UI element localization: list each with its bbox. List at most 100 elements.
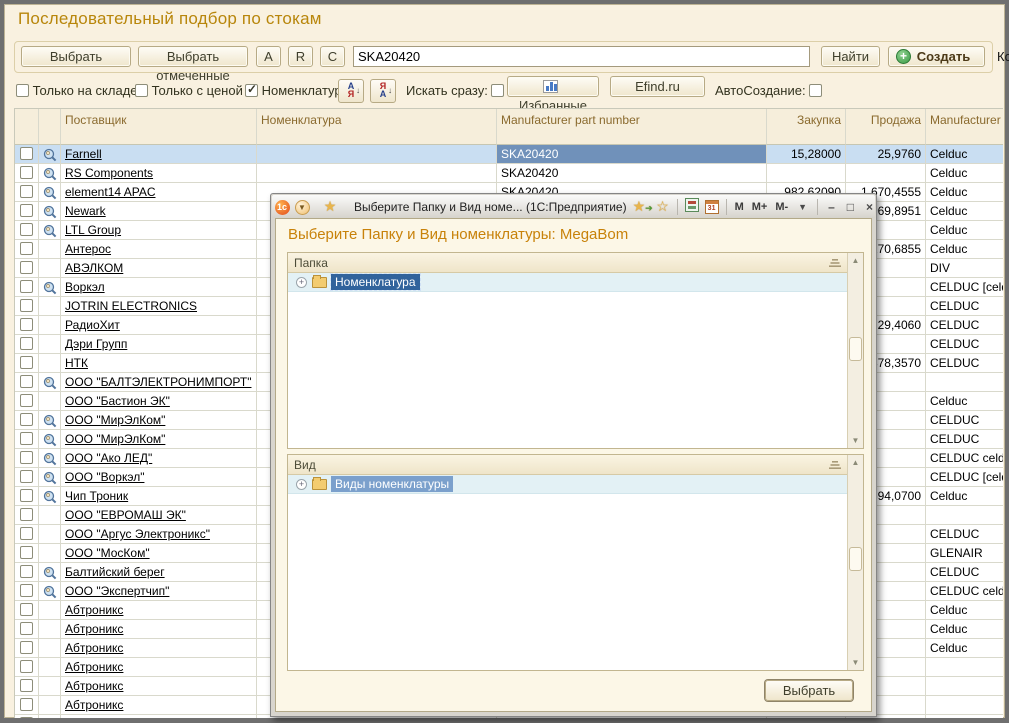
row-checkbox[interactable] (20, 394, 33, 407)
row-checkbox[interactable] (20, 603, 33, 616)
supplier-link[interactable]: Абтроникс (65, 679, 123, 693)
row-checkbox[interactable] (20, 622, 33, 635)
row-checkbox[interactable] (20, 204, 33, 217)
autocreate-checkbox[interactable] (809, 84, 822, 97)
supplier-link[interactable]: ООО "Воркэл" (65, 470, 144, 484)
supplier-link[interactable]: ООО "Экспертчип" (65, 584, 169, 598)
row-checkbox[interactable] (20, 679, 33, 692)
supplier-link[interactable]: Абтроникс (65, 622, 123, 636)
column-header[interactable] (15, 109, 39, 145)
row-checkbox[interactable] (20, 337, 33, 350)
nomenclature-checkbox[interactable] (245, 84, 258, 97)
supplier-link[interactable]: Newark (65, 204, 106, 218)
row-checkbox[interactable] (20, 641, 33, 654)
row-checkbox[interactable] (20, 318, 33, 331)
dialog-titlebar[interactable]: 1с ▼ ★ Выберите Папку и Вид номе... (1С:… (272, 195, 875, 218)
add-favorite-icon[interactable]: ☆ (653, 198, 673, 215)
supplier-link[interactable]: Farnell (65, 147, 102, 161)
column-header[interactable]: Закупка (767, 109, 846, 145)
supplier-link[interactable]: Абтроникс (65, 660, 123, 674)
row-checkbox[interactable] (20, 584, 33, 597)
column-header[interactable]: Продажа (846, 109, 926, 145)
supplier-link[interactable]: Абтроникс (65, 698, 123, 712)
supplier-link[interactable]: ООО "Бастион ЭК" (65, 394, 170, 408)
supplier-link[interactable]: ООО "Аргус Электроникс" (65, 527, 210, 541)
supplier-link[interactable]: ООО "Ако ЛЕД" (65, 451, 152, 465)
row-checkbox[interactable] (20, 546, 33, 559)
filter-c-button[interactable]: C (320, 46, 345, 67)
close-button[interactable]: × (860, 200, 879, 214)
row-checkbox[interactable] (20, 299, 33, 312)
search-now-filter[interactable]: Искать сразу: (406, 83, 504, 98)
column-header[interactable]: Manufacturer part number (497, 109, 767, 145)
filter-a-button[interactable]: A (256, 46, 281, 67)
memory-plus-button[interactable]: M+ (748, 201, 772, 213)
supplier-link[interactable]: Дэри Групп (65, 337, 127, 351)
supplier-link[interactable]: ООО "МосКом" (65, 546, 150, 560)
column-header[interactable]: Manufacturer (926, 109, 1003, 145)
titlebar-chevron-icon[interactable]: ▼ (792, 202, 813, 212)
nomenclature-filter[interactable]: Номенклатура (245, 83, 349, 98)
type-tree-row[interactable]: + Виды номенклатуры (288, 475, 847, 494)
column-header[interactable]: Номенклатура (257, 109, 497, 145)
row-checkbox[interactable] (20, 660, 33, 673)
supplier-link[interactable]: RS Components (65, 166, 153, 180)
row-checkbox[interactable] (20, 261, 33, 274)
folder-tree-item[interactable]: Номенклатура (331, 274, 420, 290)
supplier-link[interactable]: ООО "БАЛТЭЛЕКТРОНИМПОРТ" (65, 375, 251, 389)
scroll-down-icon[interactable]: ▼ (848, 655, 863, 670)
sort-ascending-icon[interactable]: АЯ↓ (338, 79, 364, 103)
folder-tree-row[interactable]: + Номенклатура (288, 273, 847, 292)
row-checkbox[interactable] (20, 717, 33, 718)
row-checkbox[interactable] (20, 527, 33, 540)
scroll-thumb[interactable] (849, 337, 862, 361)
filter-r-button[interactable]: R (288, 46, 313, 67)
scroll-up-icon[interactable]: ▲ (848, 253, 863, 268)
scroll-thumb[interactable] (849, 547, 862, 571)
row-checkbox[interactable] (20, 508, 33, 521)
row-checkbox[interactable] (20, 147, 33, 160)
row-checkbox[interactable] (20, 470, 33, 483)
supplier-link[interactable]: Антерос (65, 242, 111, 256)
sort-icon[interactable] (829, 259, 841, 268)
minimize-button[interactable]: – (822, 200, 841, 214)
memory-button[interactable]: M (731, 201, 748, 213)
supplier-link[interactable]: Чип Троник (65, 489, 128, 503)
only-with-price-checkbox[interactable] (135, 84, 148, 97)
row-checkbox[interactable] (20, 451, 33, 464)
type-tree-item[interactable]: Виды номенклатуры (331, 476, 453, 492)
column-header[interactable] (39, 109, 61, 145)
supplier-link[interactable]: Абтроникс (65, 603, 123, 617)
select-button[interactable]: Выбрать (21, 46, 131, 67)
supplier-link[interactable]: element14 APAC (65, 185, 156, 199)
dialog-select-button[interactable]: Выбрать (765, 680, 853, 701)
calculator-icon[interactable] (682, 198, 702, 215)
efind-button[interactable]: Efind.ru (610, 76, 705, 97)
sort-icon[interactable] (829, 461, 841, 470)
row-checkbox[interactable] (20, 432, 33, 445)
scroll-up-icon[interactable]: ▲ (848, 455, 863, 470)
goto-favorites-icon[interactable]: ★➔ (633, 198, 653, 215)
only-with-price-filter[interactable]: Только с ценой (135, 83, 243, 98)
nomenclature-cell[interactable] (257, 145, 497, 164)
row-checkbox[interactable] (20, 166, 33, 179)
row-checkbox[interactable] (20, 489, 33, 502)
type-panel-scrollbar[interactable]: ▲ ▼ (847, 455, 863, 670)
only-in-stock-checkbox[interactable] (16, 84, 29, 97)
part-number-cell[interactable]: SKA20420 (497, 145, 767, 164)
supplier-link[interactable]: НТК (65, 356, 88, 370)
row-checkbox[interactable] (20, 185, 33, 198)
supplier-link[interactable]: ООО "ЕВРОМАШ ЭК" (65, 508, 186, 522)
expand-plus-icon[interactable]: + (296, 277, 307, 288)
row-checkbox[interactable] (20, 413, 33, 426)
scroll-down-icon[interactable]: ▼ (848, 433, 863, 448)
create-button[interactable]: + Создать (888, 46, 985, 67)
nomenclature-cell[interactable] (257, 164, 497, 183)
supplier-link[interactable]: Балтийский берег (65, 565, 165, 579)
maximize-button[interactable]: □ (841, 200, 860, 214)
row-checkbox[interactable] (20, 242, 33, 255)
supplier-link[interactable]: АВЭЛКОМ (65, 261, 123, 275)
supplier-link[interactable]: Воркэл (65, 280, 105, 294)
autocreate-filter[interactable]: АвтоСоздание: (715, 83, 822, 98)
memory-minus-button[interactable]: M- (771, 201, 792, 213)
